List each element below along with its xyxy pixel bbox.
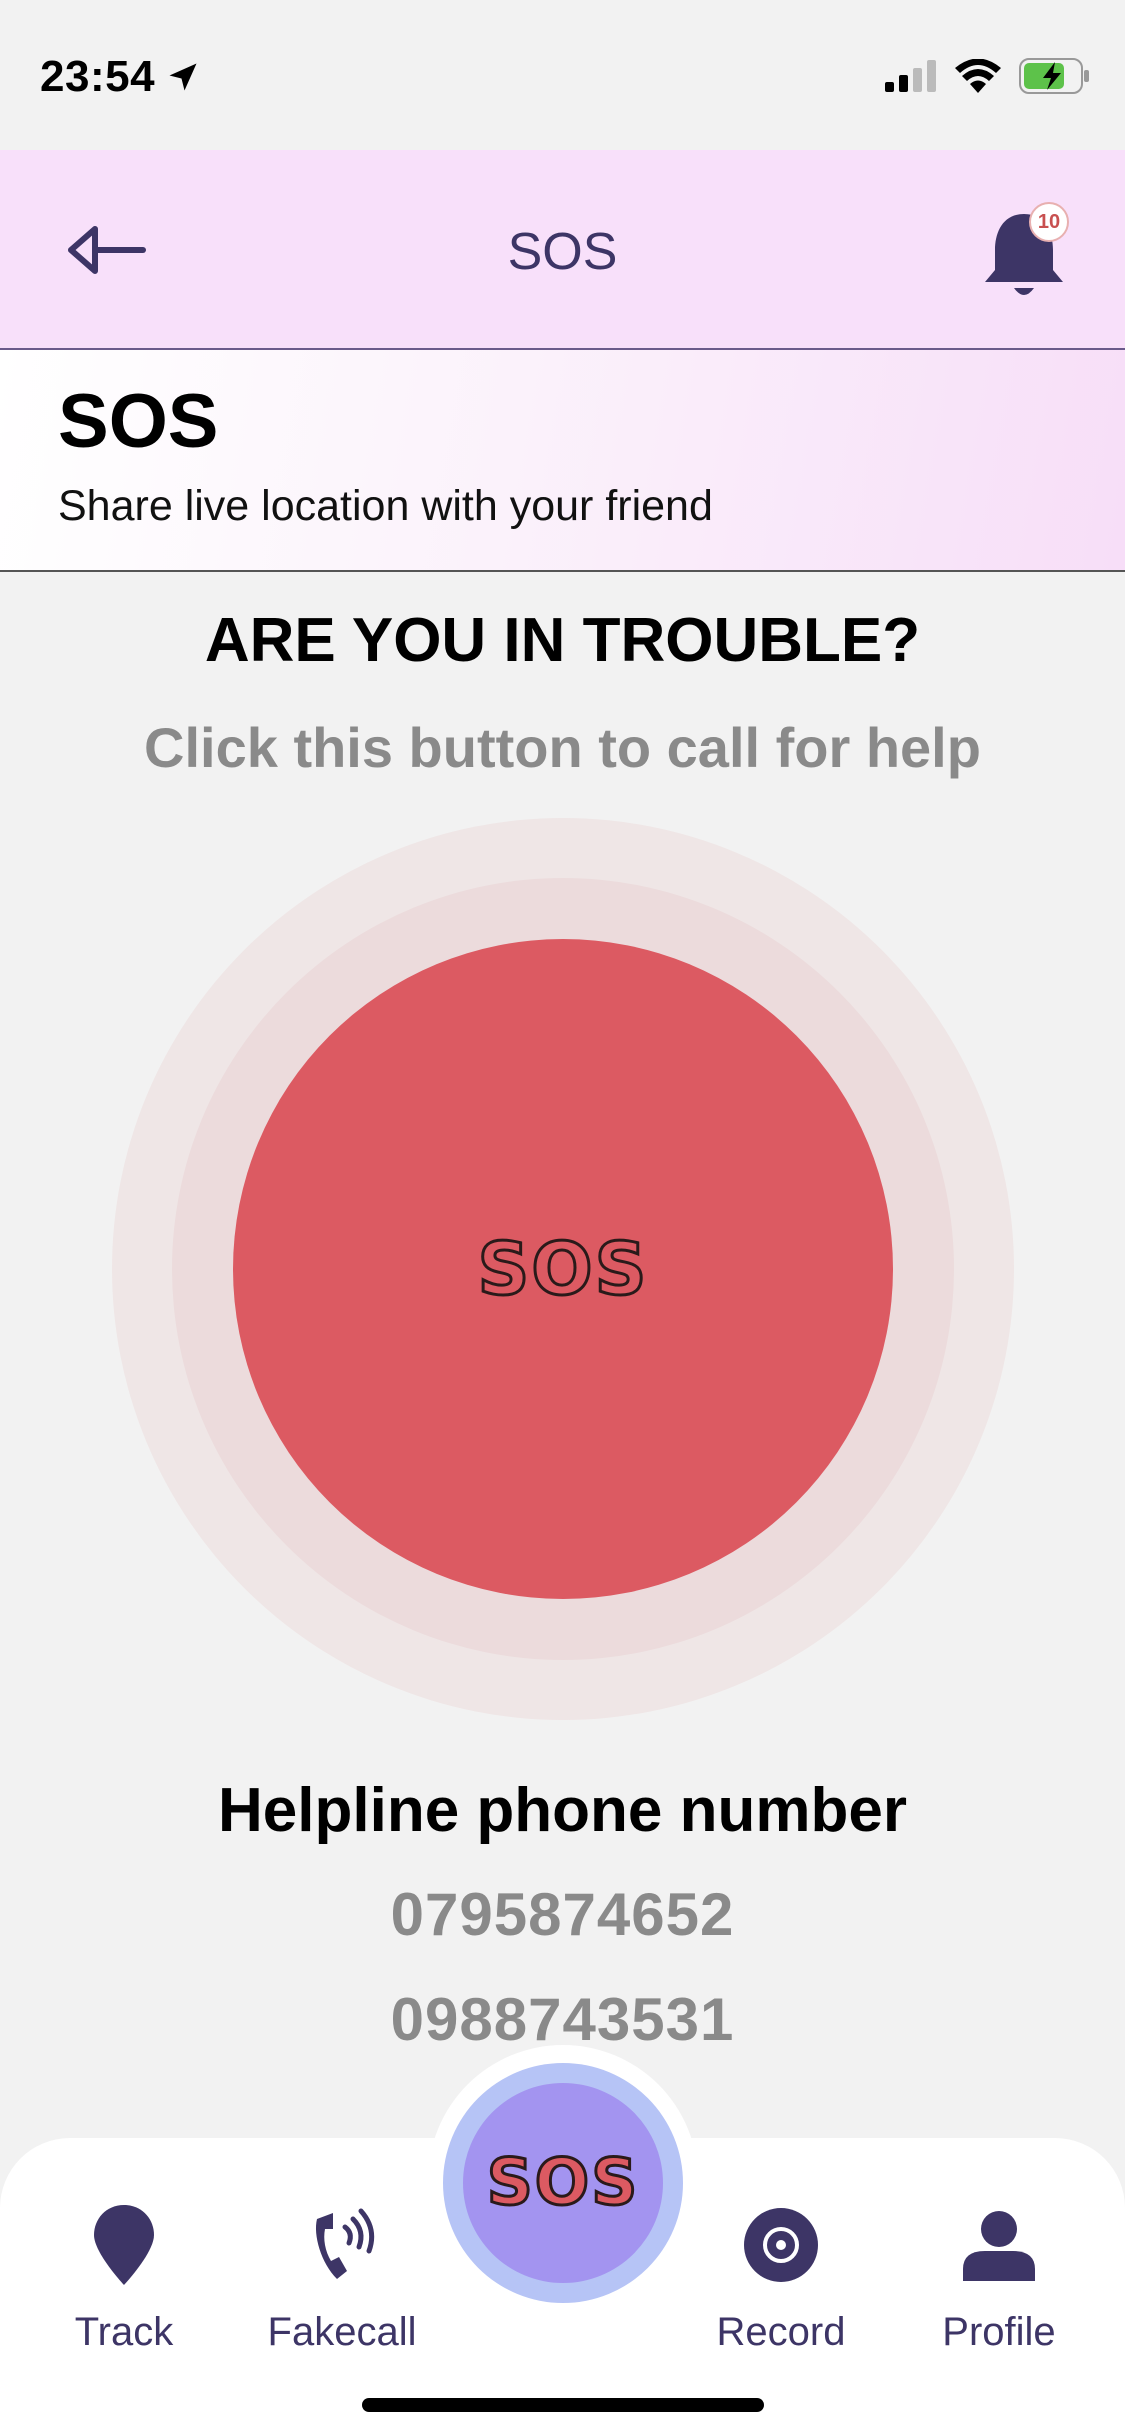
tab-label: Record <box>716 2310 846 2354</box>
tab-label: Track <box>74 2310 174 2354</box>
tab-icon-wrap <box>92 2200 156 2290</box>
page-banner: SOS Share live location with your friend <box>0 350 1125 572</box>
tab-icon-wrap <box>742 2200 820 2290</box>
location-arrow-icon <box>169 63 197 91</box>
trouble-question: ARE YOU IN TROUBLE? <box>204 606 921 675</box>
helpline-phone[interactable]: 0795874652 <box>0 1880 1125 1949</box>
help-instruction: Click this button to call for help <box>144 716 981 779</box>
tab-icon-wrap <box>307 2200 377 2290</box>
record-icon <box>744 2208 818 2282</box>
status-indicators <box>885 58 1091 94</box>
nav-header: SOS 10 <box>0 150 1125 350</box>
person-icon <box>963 2211 1035 2281</box>
tab-record[interactable]: Record <box>691 2200 871 2355</box>
status-time: 23:54 <box>40 52 201 102</box>
nav-title: SOS <box>507 223 618 281</box>
tab-track[interactable]: Track <box>34 2200 214 2355</box>
notification-badge: 10 <box>1029 202 1069 242</box>
sos-icon: SOS <box>463 2083 663 2283</box>
phone-ringing-icon <box>315 2208 375 2279</box>
notification-button[interactable]: 10 <box>979 202 1069 302</box>
clock-text: 23:54 <box>40 52 156 101</box>
map-pin-icon <box>94 2205 154 2285</box>
page-title: SOS <box>58 379 219 464</box>
helpline-title: Helpline phone number <box>218 1776 907 1845</box>
tab-icon-wrap <box>961 2200 1037 2290</box>
tab-sos-button[interactable]: SOS <box>443 2063 683 2303</box>
sos-call-button[interactable]: SOS <box>233 939 893 1599</box>
tab-label: Fakecall <box>267 2310 417 2354</box>
helpline-phone[interactable]: 0988743531 <box>0 1985 1125 2054</box>
wifi-icon <box>955 59 1001 93</box>
fab-label: SOS <box>485 2145 640 2222</box>
home-indicator <box>362 2398 764 2412</box>
sos-button-label: SOS <box>476 1226 649 1313</box>
tab-fakecall[interactable]: Fakecall <box>252 2200 432 2355</box>
tab-profile[interactable]: Profile <box>909 2200 1089 2355</box>
status-bar: 23:54 <box>0 0 1125 150</box>
battery-charging-icon <box>1019 58 1089 94</box>
cellular-signal-icon <box>885 60 936 92</box>
tab-label: Profile <box>942 2310 1056 2354</box>
page-subtitle: Share live location with your friend <box>58 482 713 530</box>
